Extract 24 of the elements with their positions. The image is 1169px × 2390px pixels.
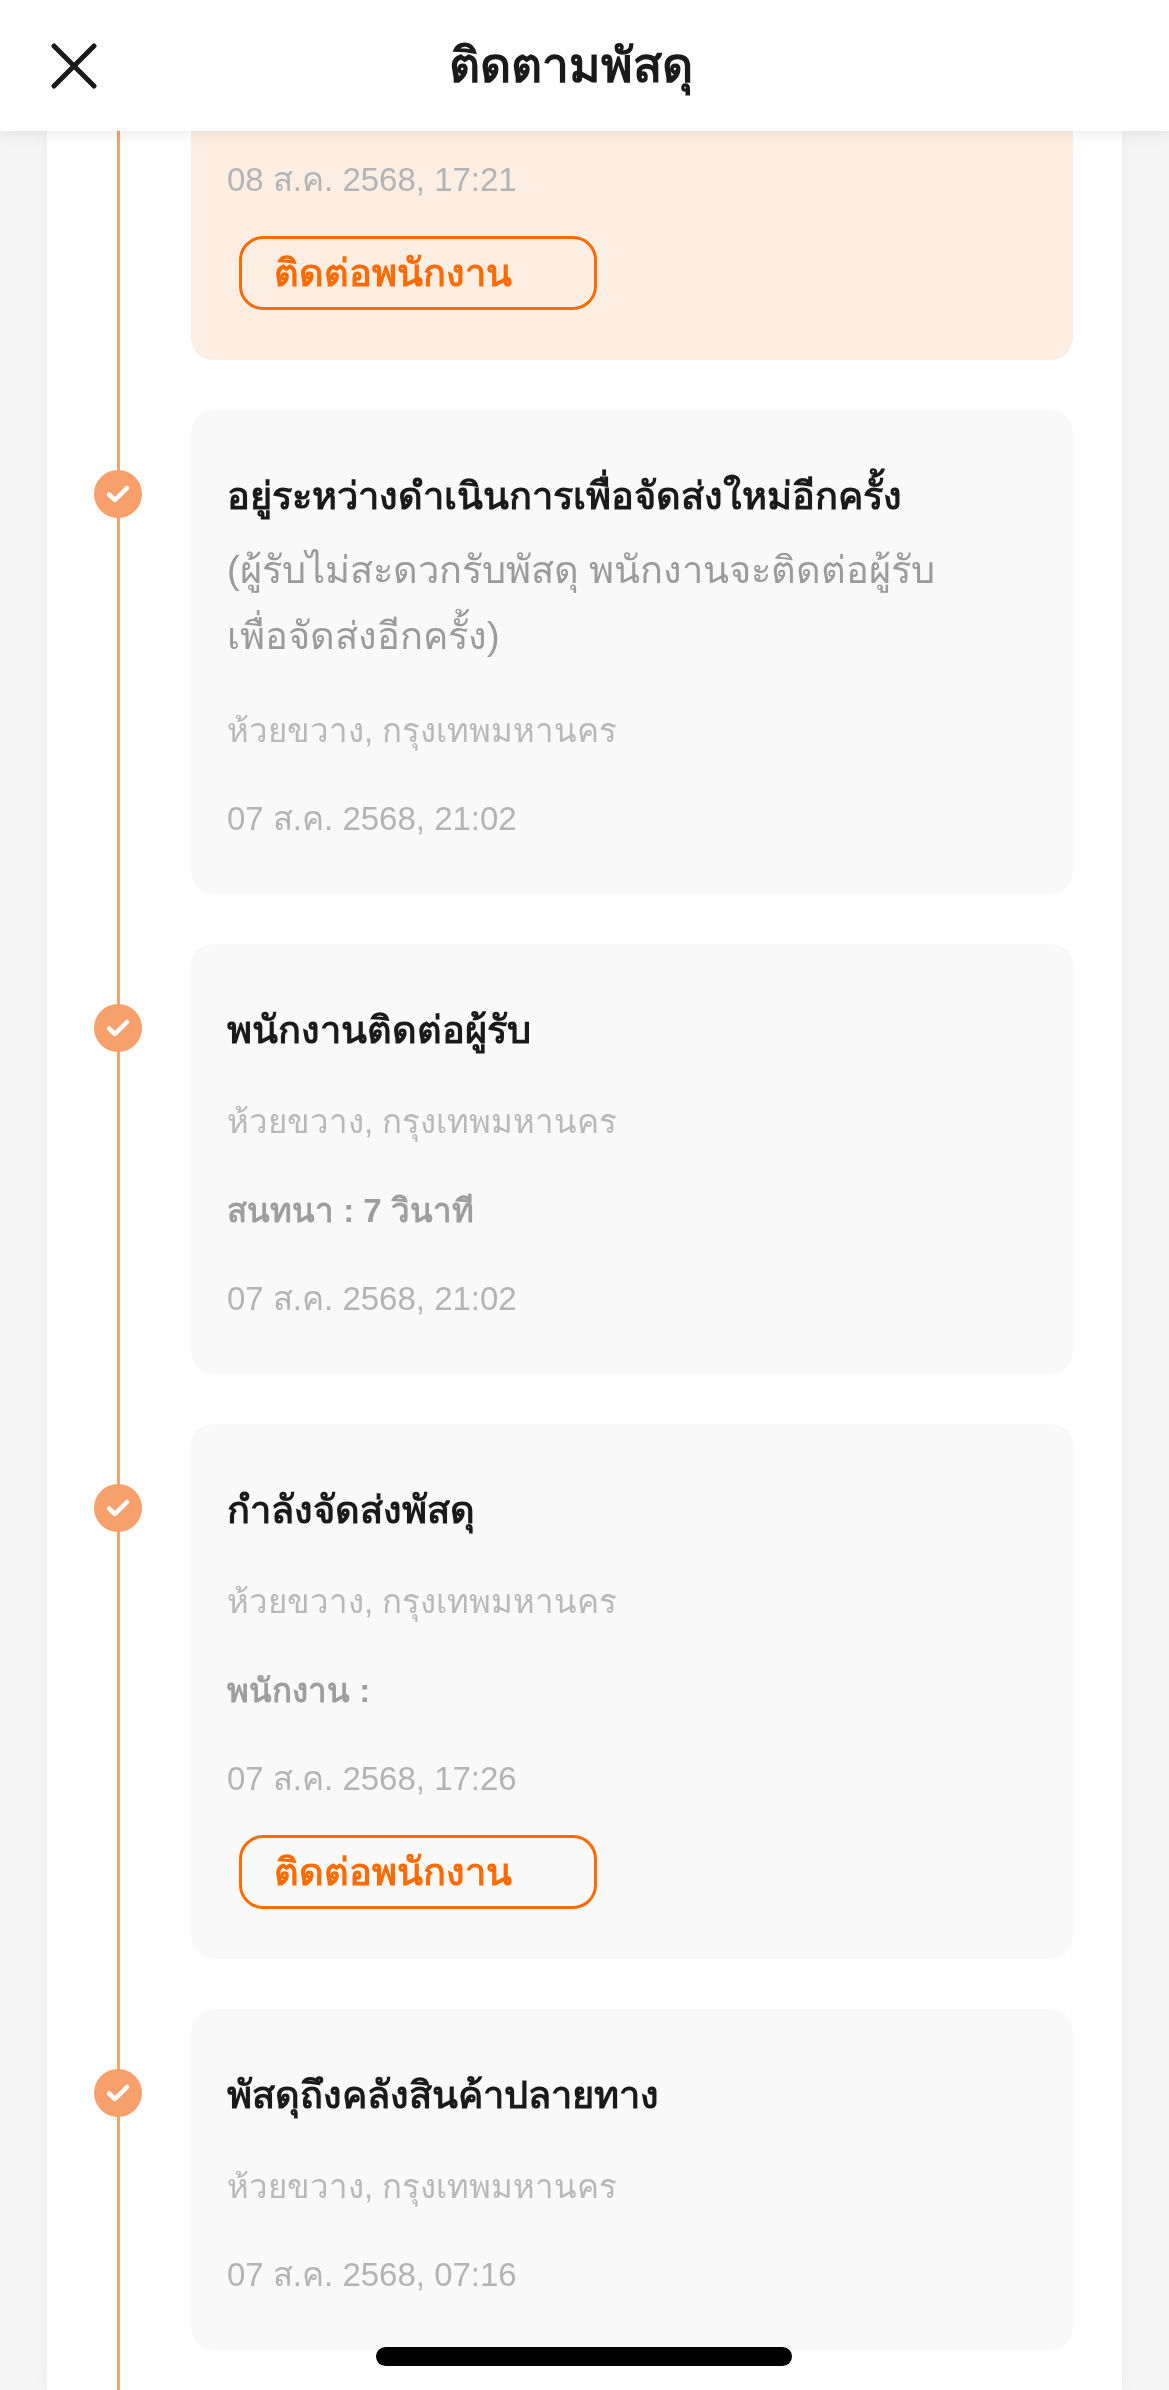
event-time: 07 ส.ค. 2568, 07:16	[227, 2255, 517, 2295]
event-description: (ผู้รับไม่สะดวกรับพัสดุ พนักงานจะติดต่อผู้รับเพื่อจัดส่งอีกครั้ง)	[227, 548, 937, 659]
event-time: 07 ส.ค. 2568, 21:02	[227, 799, 517, 839]
page-title: ติดตามพัสดุ	[448, 30, 721, 101]
event-detail: สนทนา : 7 วินาที	[227, 1191, 474, 1231]
event-time: 08 ส.ค. 2568, 17:21	[227, 160, 517, 200]
event-location: ห้วยขวาง, กรุงเทพมหานคร	[227, 1582, 618, 1624]
event-location: ห้วยขวาง, กรุงเทพมหานคร	[227, 711, 618, 753]
event-time: 07 ส.ค. 2568, 17:26	[227, 1759, 517, 1799]
check-circle-icon	[94, 1484, 142, 1532]
event-detail: พนักงาน :	[227, 1671, 371, 1711]
event-title: พนักงานติดต่อผู้รับ	[227, 1000, 531, 1060]
contact-staff-button[interactable]: ติดต่อพนักงาน	[239, 236, 597, 310]
event-title: กำลังจัดส่งพัสดุ	[227, 1480, 475, 1540]
check-circle-icon	[94, 470, 142, 518]
check-circle-icon	[94, 2069, 142, 2117]
event-time: 07 ส.ค. 2568, 21:02	[227, 1279, 517, 1319]
contact-staff-button[interactable]: ติดต่อพนักงาน	[239, 1835, 597, 1909]
event-location: ห้วยขวาง, กรุงเทพมหานคร	[227, 1102, 618, 1144]
event-title: พัสดุถึงคลังสินค้าปลายทาง	[227, 2065, 659, 2125]
close-icon	[51, 42, 97, 89]
event-location: ห้วยขวาง, กรุงเทพมหานคร	[227, 2167, 618, 2209]
event-title: อยู่ระหว่างดำเนินการเพื่อจัดส่งใหม่อีกครั้ง	[227, 466, 902, 526]
check-circle-icon	[94, 1004, 142, 1052]
